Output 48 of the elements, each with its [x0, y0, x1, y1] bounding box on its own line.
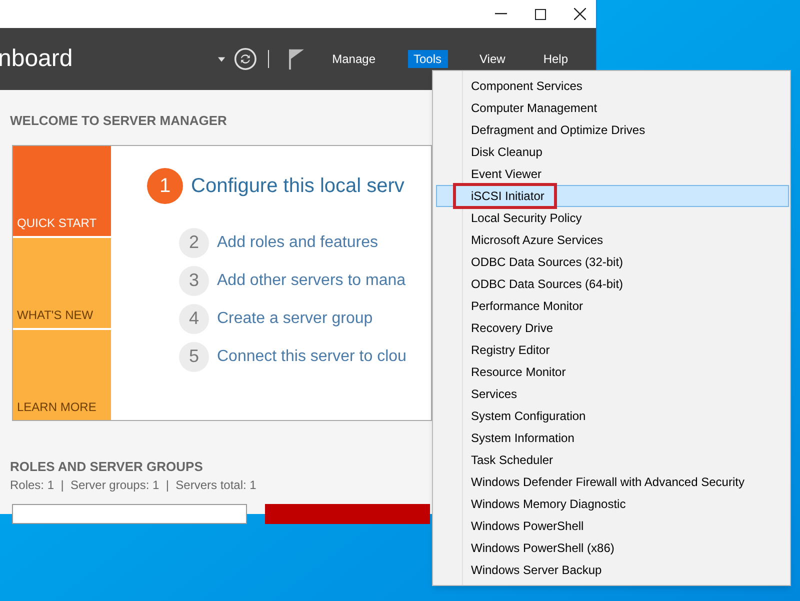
menu-item[interactable]: Windows Memory Diagnostic [436, 493, 789, 515]
menu-item[interactable]: Disk Cleanup [436, 141, 789, 163]
navigation-tile[interactable]: WHAT'S NEW [13, 238, 111, 328]
refresh-icon[interactable] [234, 46, 257, 72]
menu-item[interactable]: ODBC Data Sources (32-bit) [436, 251, 789, 273]
minimize-icon[interactable] [495, 13, 507, 15]
step-link[interactable]: Connect this server to clou [217, 344, 406, 368]
roles-summary: Roles: 1 | Server groups: 1 | Servers total: 1 [10, 477, 256, 494]
navigation-tile[interactable]: LEARN MORE [13, 330, 111, 420]
menu-bar-item[interactable]: View [474, 50, 512, 68]
menu-item[interactable]: System Information [436, 427, 789, 449]
step-link[interactable]: Add roles and features [217, 230, 378, 254]
menu-item[interactable]: Resource Monitor [436, 361, 789, 383]
menu-item[interactable]: Performance Monitor [436, 295, 789, 317]
caret-icon[interactable] [218, 56, 225, 62]
menu-item[interactable]: Microsoft Azure Services [436, 229, 789, 251]
menu-item[interactable]: Computer Management [436, 97, 789, 119]
menu-bar-item[interactable]: Manage [326, 50, 382, 68]
step-link[interactable]: Configure this local serv [191, 170, 404, 200]
step-number: 5 [179, 342, 209, 372]
flag-icon[interactable] [289, 47, 306, 71]
menu-item[interactable]: Services [436, 383, 789, 405]
step-number: 4 [179, 304, 209, 334]
section-heading: ROLES AND SERVER GROUPS [10, 458, 203, 476]
menu-item[interactable]: Component Services [436, 75, 789, 97]
maximize-icon[interactable] [535, 8, 546, 20]
close-icon[interactable] [574, 8, 586, 20]
menu-item[interactable]: Defragment and Optimize Drives [436, 119, 789, 141]
menu-bar-item[interactable]: Tools [408, 50, 448, 68]
menu-item[interactable]: Registry Editor [436, 339, 789, 361]
step-number: 1 [147, 168, 183, 204]
menu-item[interactable]: ODBC Data Sources (64-bit) [436, 273, 789, 295]
step-number: 2 [179, 228, 209, 258]
menu-item[interactable]: Windows Defender Firewall with Advanced Security [436, 471, 789, 493]
step-number: 3 [179, 266, 209, 296]
menu-item[interactable]: Task Scheduler [436, 449, 789, 471]
menu-item[interactable]: iSCSI Initiator [436, 185, 789, 207]
menu-item[interactable]: Windows PowerShell (x86) [436, 537, 789, 559]
menu-item[interactable]: Recovery Drive [436, 317, 789, 339]
step-link[interactable]: Create a server group [217, 306, 373, 330]
menu-item[interactable]: Local Security Policy [436, 207, 789, 229]
section-heading: WELCOME TO SERVER MANAGER [10, 112, 227, 130]
menu-item[interactable]: Windows PowerShell [436, 515, 789, 537]
step-link[interactable]: Add other servers to mana [217, 268, 406, 292]
menu-item[interactable]: Event Viewer [436, 163, 789, 185]
menu-item[interactable]: System Configuration [436, 405, 789, 427]
menu-item[interactable]: Windows Server Backup [436, 559, 789, 581]
menu-bar-item[interactable]: Help [537, 50, 574, 68]
